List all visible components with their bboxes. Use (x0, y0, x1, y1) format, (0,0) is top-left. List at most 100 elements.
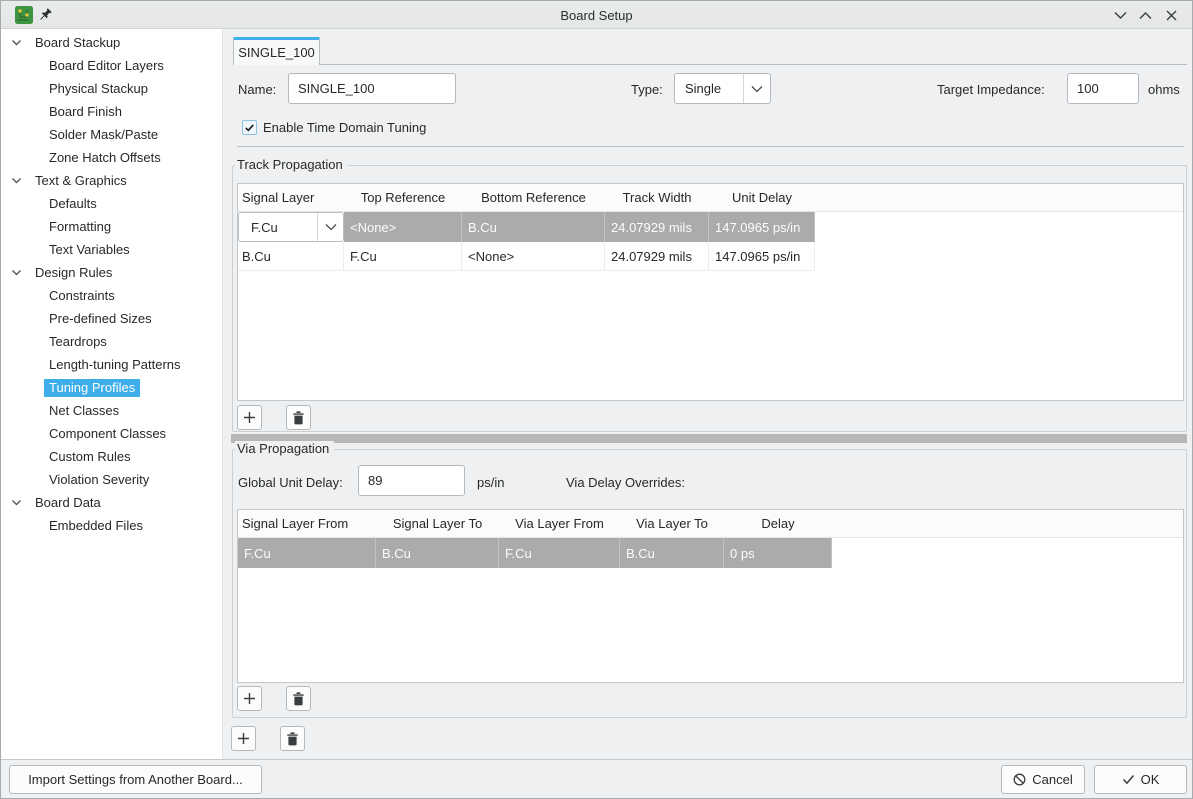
table-cell[interactable]: 147.0965 ps/in (709, 212, 815, 242)
table-cell[interactable]: B.Cu (462, 212, 605, 242)
window-maximize-icon[interactable] (1135, 5, 1155, 25)
tree-label: Custom Rules (49, 449, 131, 464)
column-header[interactable]: Via Layer From (499, 510, 620, 537)
tree-label: Board Stackup (35, 35, 120, 50)
sidebar-item-formatting[interactable]: Formatting (1, 215, 222, 238)
table-cell[interactable]: <None> (462, 242, 605, 271)
name-label: Name: (238, 81, 276, 98)
table-cell[interactable]: <None> (344, 212, 462, 242)
chevron-down-icon (743, 74, 770, 103)
trash-icon (286, 732, 299, 746)
sidebar-item-custom-rules[interactable]: Custom Rules (1, 445, 222, 468)
tree-label: Board Data (35, 495, 101, 510)
import-settings-button[interactable]: Import Settings from Another Board... (9, 765, 262, 794)
sidebar-item-component-classes[interactable]: Component Classes (1, 422, 222, 445)
sidebar-item-text-graphics[interactable]: Text & Graphics (1, 169, 222, 192)
tree-label: Teardrops (49, 334, 107, 349)
column-header[interactable]: Bottom Reference (462, 184, 605, 211)
sidebar-item-board-stackup[interactable]: Board Stackup (1, 31, 222, 54)
chevron-down-icon[interactable] (10, 266, 23, 279)
enable-time-domain-tuning-checkbox[interactable] (242, 120, 257, 135)
via-delete-button[interactable] (286, 686, 311, 711)
tree-label: Text Variables (49, 242, 130, 257)
sidebar-item-embedded-files[interactable]: Embedded Files (1, 514, 222, 537)
sidebar-item-violation-severity[interactable]: Violation Severity (1, 468, 222, 491)
profile-delete-button[interactable] (280, 726, 305, 751)
tree-label: Constraints (49, 288, 115, 303)
signal-layer-combo[interactable]: F.Cu (238, 212, 344, 242)
tree-label: Pre-defined Sizes (49, 311, 152, 326)
ok-button[interactable]: OK (1094, 765, 1187, 794)
sidebar-item-pre-defined-sizes[interactable]: Pre-defined Sizes (1, 307, 222, 330)
global-unit-delay-label: Global Unit Delay: (238, 474, 343, 491)
splitter-handle[interactable] (231, 434, 1187, 443)
table-cell[interactable]: F.Cu (499, 538, 620, 568)
name-input[interactable] (288, 73, 456, 104)
via-add-button[interactable] (237, 686, 262, 711)
table-row-selected: F.Cu B.Cu F.Cu B.Cu 0 ps (238, 538, 1183, 568)
table-row-selected: F.Cu <None> B.Cu 24.07929 mils 147.0965 … (238, 212, 1183, 242)
sidebar-item-constraints[interactable]: Constraints (1, 284, 222, 307)
tab-single-100[interactable]: SINGLE_100 (233, 37, 320, 65)
window-title: Board Setup (1, 1, 1192, 29)
sidebar-item-zone-hatch-offsets[interactable]: Zone Hatch Offsets (1, 146, 222, 169)
sidebar-item-solder-mask-paste[interactable]: Solder Mask/Paste (1, 123, 222, 146)
enable-time-domain-tuning-label: Enable Time Domain Tuning (263, 119, 426, 136)
sidebar-item-design-rules[interactable]: Design Rules (1, 261, 222, 284)
plus-icon (237, 732, 250, 745)
cancel-button[interactable]: Cancel (1001, 765, 1085, 794)
check-icon (244, 122, 255, 133)
column-header[interactable]: Via Layer To (620, 510, 724, 537)
via-propagation-title: Via Propagation (235, 441, 334, 456)
target-impedance-input[interactable] (1067, 73, 1139, 104)
chevron-down-icon[interactable] (10, 496, 23, 509)
table-cell[interactable]: 24.07929 mils (605, 212, 709, 242)
table-cell[interactable]: 24.07929 mils (605, 242, 709, 271)
sidebar-item-physical-stackup[interactable]: Physical Stackup (1, 77, 222, 100)
profile-add-button[interactable] (231, 726, 256, 751)
tree-label-selected: Tuning Profiles (44, 379, 140, 397)
type-value: Single (685, 81, 721, 96)
column-header[interactable]: Track Width (605, 184, 709, 211)
tree-label: Physical Stackup (49, 81, 148, 96)
table-cell[interactable]: B.Cu (238, 242, 344, 271)
table-cell[interactable]: F.Cu (238, 538, 376, 568)
column-header[interactable]: Signal Layer (238, 184, 344, 211)
via-delay-overrides-table: Signal Layer From Signal Layer To Via La… (237, 509, 1184, 683)
sidebar-item-tuning-profiles[interactable]: Tuning Profiles (1, 376, 222, 399)
sidebar-item-board-editor-layers[interactable]: Board Editor Layers (1, 54, 222, 77)
column-header[interactable]: Unit Delay (709, 184, 815, 211)
table-cell[interactable]: F.Cu (344, 242, 462, 271)
table-cell[interactable]: 0 ps (724, 538, 832, 568)
sidebar-item-board-finish[interactable]: Board Finish (1, 100, 222, 123)
window-close-icon[interactable] (1161, 5, 1181, 25)
track-propagation-title: Track Propagation (235, 157, 348, 172)
track-delete-button[interactable] (286, 405, 311, 430)
sidebar-item-text-variables[interactable]: Text Variables (1, 238, 222, 261)
global-unit-delay-input[interactable] (358, 465, 465, 496)
tree-label: Violation Severity (49, 472, 149, 487)
chevron-down-icon[interactable] (10, 36, 23, 49)
tab-baseline (320, 64, 1187, 65)
tab-label: SINGLE_100 (238, 45, 315, 60)
column-header[interactable]: Top Reference (344, 184, 462, 211)
table-row: B.Cu F.Cu <None> 24.07929 mils 147.0965 … (238, 242, 1183, 271)
table-cell[interactable]: B.Cu (620, 538, 724, 568)
sidebar-item-net-classes[interactable]: Net Classes (1, 399, 222, 422)
chevron-down-icon[interactable] (10, 174, 23, 187)
column-header[interactable]: Signal Layer From (238, 510, 376, 537)
column-header[interactable]: Delay (724, 510, 832, 537)
track-add-button[interactable] (237, 405, 262, 430)
type-dropdown[interactable]: Single (674, 73, 771, 104)
sidebar-item-defaults[interactable]: Defaults (1, 192, 222, 215)
type-label: Type: (631, 81, 663, 98)
table-cell[interactable]: 147.0965 ps/in (709, 242, 815, 271)
window-minimize-icon[interactable] (1110, 5, 1130, 25)
sidebar-item-board-data[interactable]: Board Data (1, 491, 222, 514)
table-cell[interactable]: B.Cu (376, 538, 499, 568)
impedance-unit-label: ohms (1148, 81, 1180, 98)
column-header[interactable]: Signal Layer To (376, 510, 499, 537)
titlebar: Board Setup (1, 1, 1192, 29)
sidebar-item-length-tuning-patterns[interactable]: Length-tuning Patterns (1, 353, 222, 376)
sidebar-item-teardrops[interactable]: Teardrops (1, 330, 222, 353)
